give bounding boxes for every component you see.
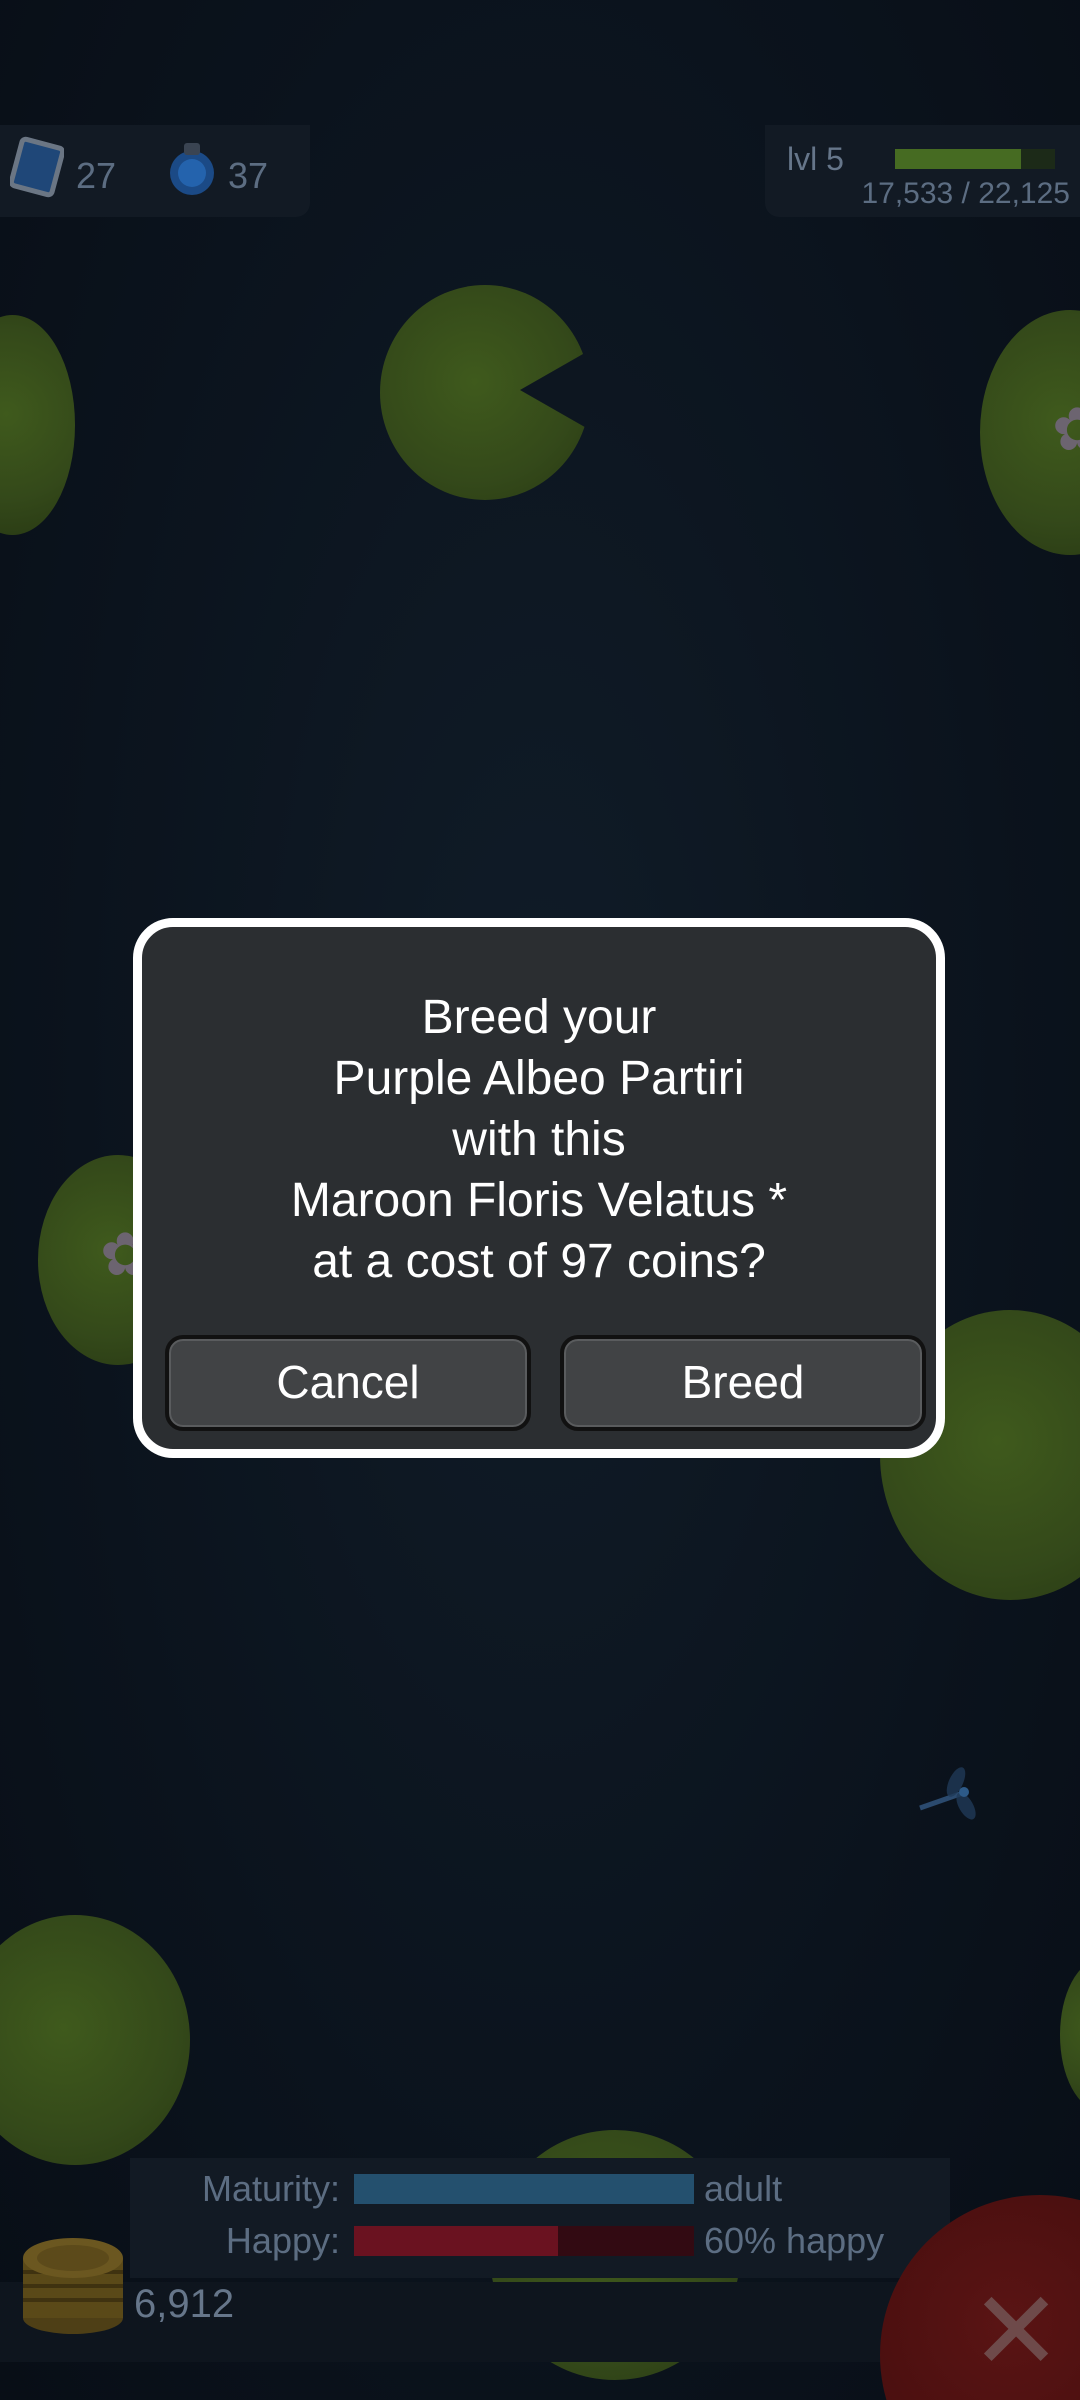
lily-pad[interactable]: [1060, 1960, 1080, 2110]
lily-pad[interactable]: [0, 315, 75, 535]
dialog-line: with this: [452, 1113, 626, 1166]
dialog-line: Maroon Floris Velatus *: [290, 1174, 788, 1227]
lily-flower-icon: ✿: [1052, 395, 1080, 465]
dragonfly-icon[interactable]: [910, 1760, 980, 1830]
happy-value: 60% happy: [704, 2220, 885, 2261]
dialog-line: Purple Albeo Partiri: [333, 1052, 745, 1105]
blue-stamp-gem-icon[interactable]: [10, 135, 64, 199]
breed-confirm-dialog: Breed your Purple Albeo Partiri with thi…: [133, 918, 945, 1458]
lily-pad[interactable]: [0, 1915, 190, 2165]
cancel-button[interactable]: Cancel: [165, 1335, 531, 1431]
level-panel: lvl 5 17,533 / 22,125: [765, 125, 1080, 217]
coin-count: 6,912: [134, 2282, 235, 2326]
fish-stats-panel: Maturity: adult Happy: 60% happy: [130, 2158, 950, 2278]
resources-panel: 27 37: [0, 125, 310, 217]
level-label: lvl 5: [787, 141, 844, 177]
xp-progress-fill: [895, 149, 1022, 169]
gold-coin-stack-icon[interactable]: [18, 2218, 128, 2338]
maturity-value: adult: [704, 2168, 783, 2209]
gem-count: 27: [76, 155, 117, 196]
maturity-label: Maturity:: [201, 2168, 340, 2209]
breed-button[interactable]: Breed: [560, 1335, 926, 1431]
dialog-message: Breed your Purple Albeo Partiri with thi…: [142, 987, 936, 1292]
close-x-icon: ✕: [970, 2267, 1063, 2395]
maturity-bar: [354, 2174, 694, 2204]
blue-potion-icon[interactable]: [162, 139, 222, 199]
happy-label: Happy:: [225, 2220, 340, 2261]
xp-text: 17,533 / 22,125: [861, 177, 1070, 210]
happy-bar-fill: [354, 2226, 558, 2256]
xp-progress-bar: [895, 149, 1055, 169]
maturity-bar-fill: [354, 2174, 694, 2204]
dialog-line: at a cost of 97 coins?: [312, 1235, 766, 1288]
happy-bar: [354, 2226, 694, 2256]
potion-count: 37: [228, 155, 269, 196]
dialog-line: Breed your: [421, 991, 657, 1044]
lily-pad-notch: [520, 350, 590, 430]
